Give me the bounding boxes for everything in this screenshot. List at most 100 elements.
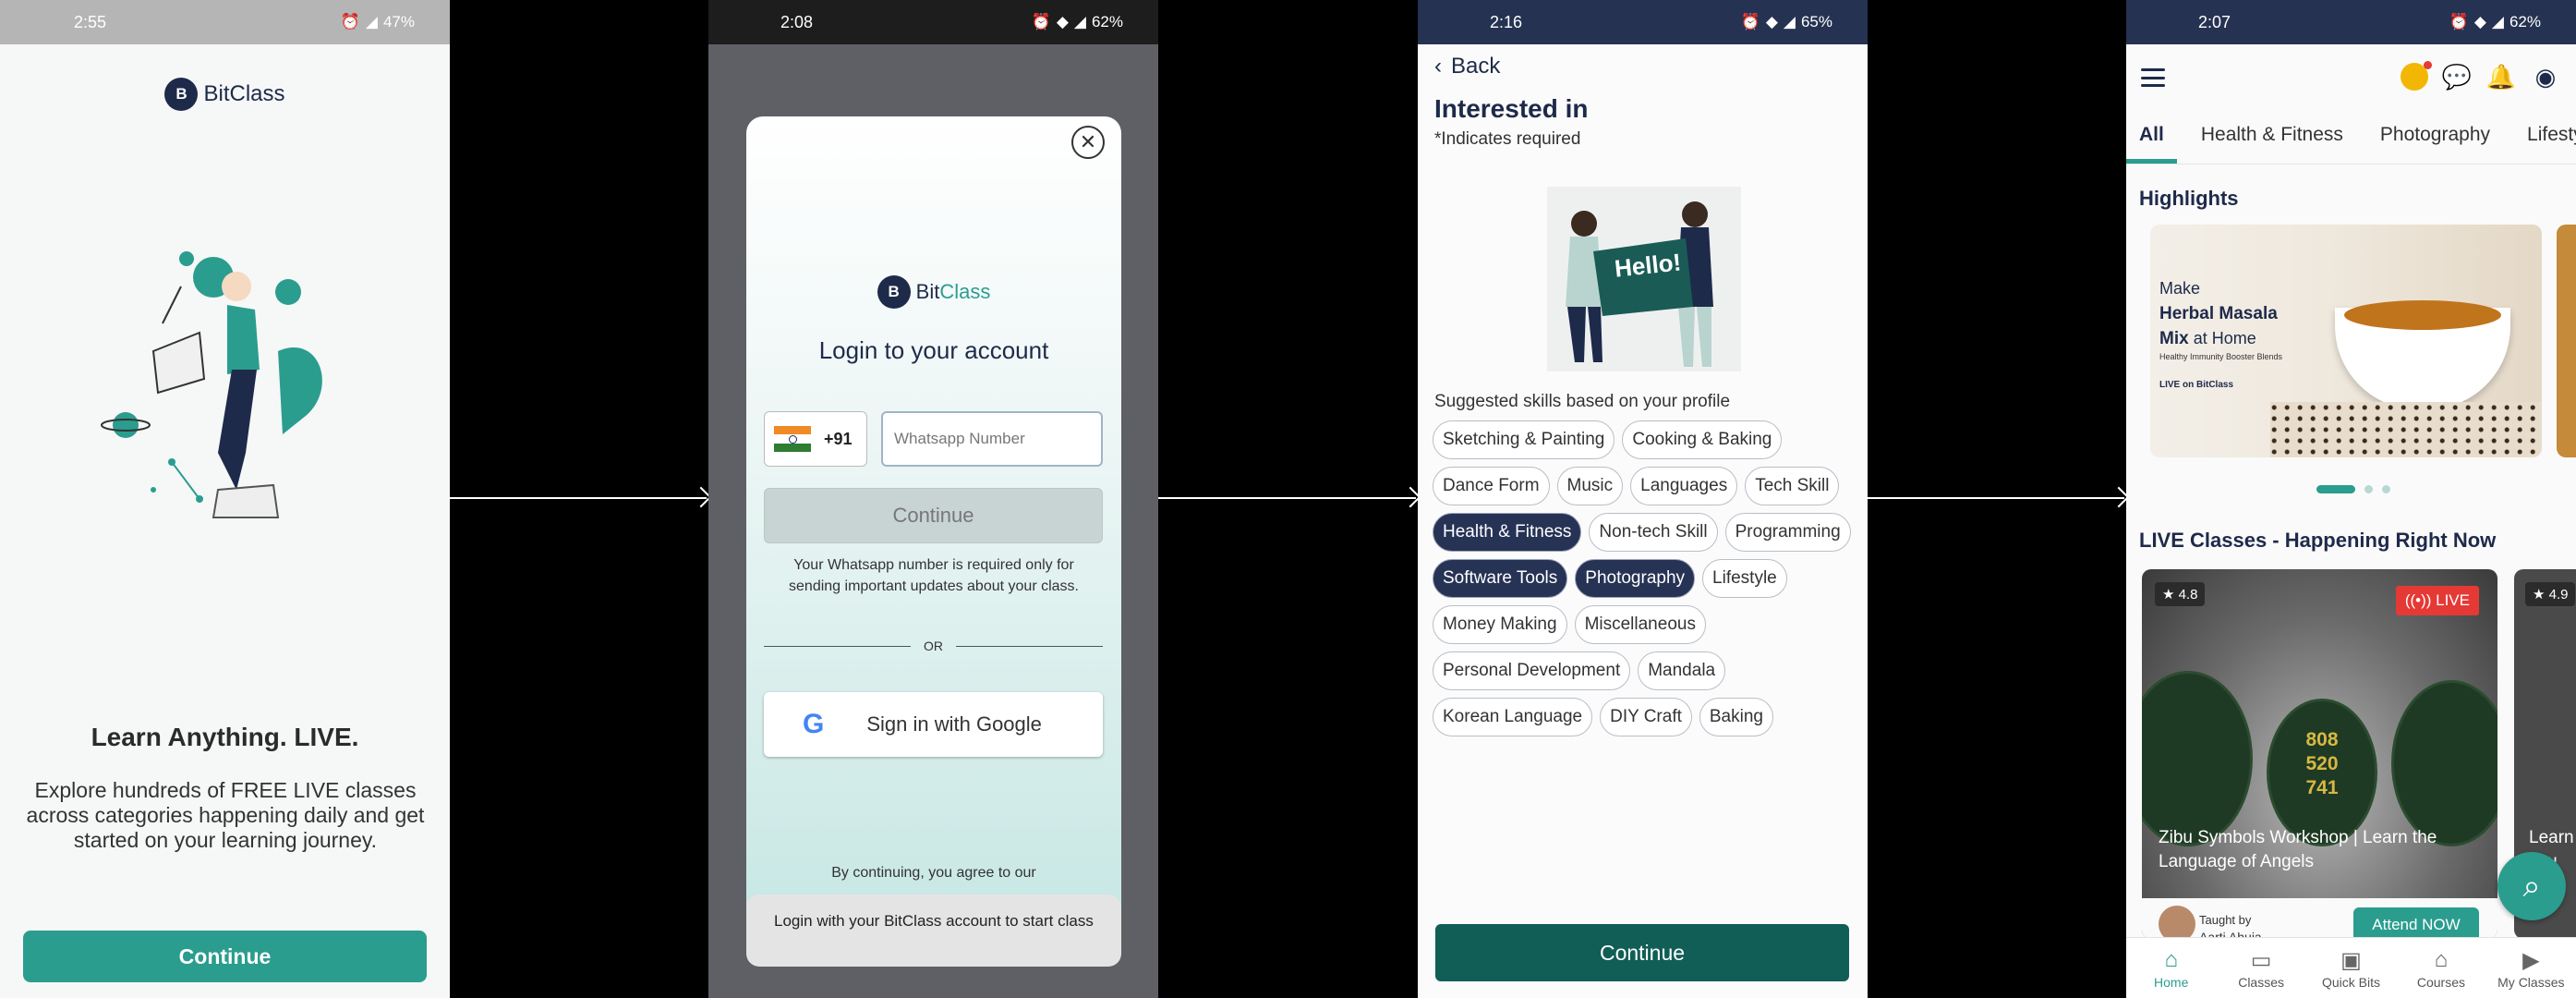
skill-chip[interactable]: Sketching & Painting — [1433, 420, 1615, 459]
status-bar: 2:07 ⏰ ◆ ◢ 62% — [2126, 0, 2576, 44]
skill-chip[interactable]: Non-tech Skill — [1589, 513, 1718, 552]
brand-bit: Bit — [915, 280, 940, 303]
skill-chip[interactable]: Software Tools — [1433, 559, 1568, 598]
battery-level: 62% — [2509, 13, 2541, 30]
skill-chip[interactable]: Programming — [1724, 513, 1851, 552]
highlight-card-next[interactable] — [2557, 225, 2576, 457]
skill-chip[interactable]: Baking — [1699, 698, 1773, 736]
skill-chip[interactable]: Korean Language — [1433, 698, 1593, 736]
skill-chip[interactable]: Cooking & Baking — [1622, 420, 1783, 459]
status-icons: ⏰ ◆ ◢ 62% — [1032, 13, 1123, 31]
battery-level: 47% — [382, 13, 415, 30]
tab-health-fitness[interactable]: Health & Fitness — [2201, 111, 2343, 164]
brand-bit: Bit — [203, 81, 230, 106]
nav-label: Quick Bits — [2322, 974, 2381, 990]
terms-text: By continuing, you agree to our — [831, 865, 1036, 881]
chat-icon[interactable]: 💬 — [2441, 61, 2473, 92]
highlight-text: Make Herbal Masala Mix at Home — [2159, 276, 2278, 351]
nav-home[interactable]: ⌂ Home — [2126, 938, 2216, 998]
skill-chip[interactable]: Personal Development — [1433, 651, 1631, 690]
nav-my-classes[interactable]: ▶ My Classes — [2486, 938, 2576, 998]
nav-quick-bits[interactable]: ▣ Quick Bits — [2306, 938, 2396, 998]
status-time: 2:08 — [780, 12, 814, 31]
country-code-selector[interactable]: +91 — [764, 411, 867, 467]
logo-icon: B — [877, 275, 911, 309]
skill-chip[interactable]: Tech Skill — [1745, 467, 1840, 505]
highlight-line2: Herbal Masala — [2159, 304, 2278, 323]
signal-icon: ◢ — [1073, 13, 1086, 30]
highlight-caption: Healthy Immunity Booster Blends — [2159, 352, 2283, 361]
back-button[interactable]: ‹ Back — [1434, 54, 1500, 79]
carousel-dot[interactable] — [2364, 485, 2373, 493]
nav-label: My Classes — [2497, 974, 2565, 990]
suggest-label: Suggested skills based on your profile — [1434, 392, 1731, 411]
nav-label: Classes — [2238, 974, 2284, 990]
nav-label: Courses — [2416, 974, 2465, 990]
whatsapp-note: Your Whatsapp number is required only fo… — [789, 557, 1079, 594]
nav-classes[interactable]: ▭ Classes — [2216, 938, 2305, 998]
stone-numbers: 808 520 741 — [2305, 729, 2339, 798]
live-class-card[interactable]: 808 520 741 ★ 4.8 ((•)) LIVE Zibu Symbol… — [2142, 569, 2497, 939]
india-flag-icon — [774, 426, 811, 452]
tv-icon: ▣ — [2340, 947, 2362, 973]
login-modal: ✕ B BitClass Login to your account +91 C… — [746, 116, 1121, 967]
profile-icon[interactable]: ◉ — [2530, 61, 2561, 92]
home-icon: ⌂ — [2164, 946, 2178, 972]
close-icon[interactable]: ✕ — [1071, 126, 1105, 159]
country-code: +91 — [824, 429, 853, 448]
skill-chip[interactable]: Health & Fitness — [1433, 513, 1582, 552]
nav-courses[interactable]: ⌂ Courses — [2396, 938, 2485, 998]
play-library-icon: ▶ — [2522, 947, 2540, 973]
tea-icon — [2344, 300, 2501, 330]
highlight-line1: Make — [2159, 279, 2201, 298]
skill-chip[interactable]: DIY Craft — [1600, 698, 1692, 736]
or-label: OR — [924, 639, 943, 653]
search-icon[interactable]: ⌕ — [2497, 852, 2566, 920]
coin-icon[interactable] — [2401, 61, 2432, 91]
tab-all[interactable]: All — [2126, 111, 2177, 164]
toast-message: Login with your BitClass account to star… — [746, 895, 1121, 967]
google-signin-button[interactable]: G Sign in with Google — [764, 692, 1103, 757]
brand-class: Class — [229, 81, 285, 106]
attend-now-button[interactable]: Attend NOW — [2353, 907, 2479, 939]
skill-chip[interactable]: Languages — [1630, 467, 1738, 505]
taught-by-label: Taught by — [2199, 913, 2252, 927]
wifi-icon: ◆ — [1765, 13, 1778, 30]
required-note: *Indicates required — [1434, 129, 1581, 149]
skill-chip[interactable]: Money Making — [1433, 605, 1567, 644]
top-bar-actions: 💬 🔔 ◉ — [2401, 61, 2561, 92]
skill-chip[interactable]: Photography — [1575, 559, 1696, 598]
carousel-dot[interactable] — [2316, 485, 2355, 493]
flow-arrow-icon — [450, 497, 707, 499]
wifi-icon: ◆ — [1056, 13, 1069, 30]
tab-lifestyle[interactable]: Lifestyle — [2527, 111, 2576, 164]
skill-chip[interactable]: Mandala — [1638, 651, 1726, 690]
continue-button[interactable]: Continue — [1435, 924, 1849, 981]
tab-photography[interactable]: Photography — [2380, 111, 2490, 164]
status-bar: 2:55 ⏰ ◢ 47% — [0, 0, 450, 44]
skill-chip[interactable]: Miscellaneous — [1574, 605, 1706, 644]
whatsapp-number-input[interactable] — [881, 411, 1103, 467]
status-icons: ⏰ ◆ ◢ 62% — [2449, 13, 2541, 31]
carousel-dot[interactable] — [2382, 485, 2390, 493]
spices-icon — [2270, 402, 2542, 457]
battery-level: 62% — [1091, 13, 1123, 30]
continue-button[interactable]: Continue — [764, 488, 1103, 543]
skill-chip[interactable]: Lifestyle — [1702, 559, 1787, 598]
skill-chip[interactable]: Music — [1556, 467, 1624, 505]
brand-logo: B BitClass — [0, 78, 450, 111]
interests-screen: 2:16 ⏰ ◆ ◢ 65% ‹ Back Interested in *Ind… — [1418, 0, 1868, 998]
highlight-card[interactable]: Make Herbal Masala Mix at Home Healthy I… — [2150, 225, 2542, 457]
flow-arrow-icon — [1868, 497, 2124, 499]
skill-chip[interactable]: Dance Form — [1433, 467, 1550, 505]
status-time: 2:07 — [2198, 12, 2231, 31]
bell-icon[interactable]: 🔔 — [2485, 61, 2517, 92]
logo-icon: B — [164, 78, 199, 111]
menu-icon[interactable] — [2141, 68, 2165, 87]
continue-button[interactable]: Continue — [23, 931, 427, 982]
signal-icon: ◢ — [365, 13, 378, 30]
login-screen: 2:08 ⏰ ◆ ◢ 62% ✕ B BitClass Login to you… — [708, 0, 1158, 998]
google-icon: G — [803, 709, 825, 739]
carousel-dots — [2316, 485, 2390, 493]
welcome-screen: 2:55 ⏰ ◢ 47% B BitClass Learn Anything. … — [0, 0, 450, 998]
